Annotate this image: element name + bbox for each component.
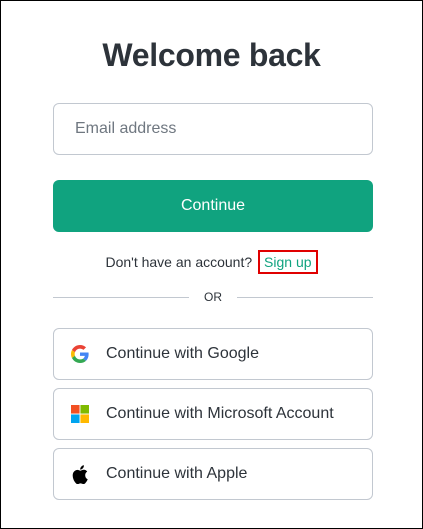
- page-title: Welcome back: [102, 37, 321, 73]
- continue-with-apple-button[interactable]: Continue with Apple: [53, 448, 373, 500]
- microsoft-icon: [70, 404, 90, 424]
- continue-button[interactable]: Continue: [53, 180, 373, 232]
- signup-prompt: Don't have an account?: [105, 254, 253, 270]
- continue-with-microsoft-button[interactable]: Continue with Microsoft Account: [53, 388, 373, 440]
- signup-row: Don't have an account? Sign up: [1, 250, 422, 274]
- google-icon: [70, 344, 90, 364]
- google-button-label: Continue with Google: [106, 345, 259, 362]
- apple-button-label: Continue with Apple: [106, 465, 248, 482]
- continue-with-google-button[interactable]: Continue with Google: [53, 328, 373, 380]
- or-divider: OR: [53, 289, 373, 305]
- login-page: Welcome back Continue Don't have an acco…: [0, 0, 423, 529]
- email-field[interactable]: [53, 103, 373, 155]
- signup-link[interactable]: Sign up: [258, 250, 318, 274]
- apple-icon: [70, 464, 90, 484]
- microsoft-button-label: Continue with Microsoft Account: [106, 405, 334, 422]
- divider-line-right: [237, 297, 373, 298]
